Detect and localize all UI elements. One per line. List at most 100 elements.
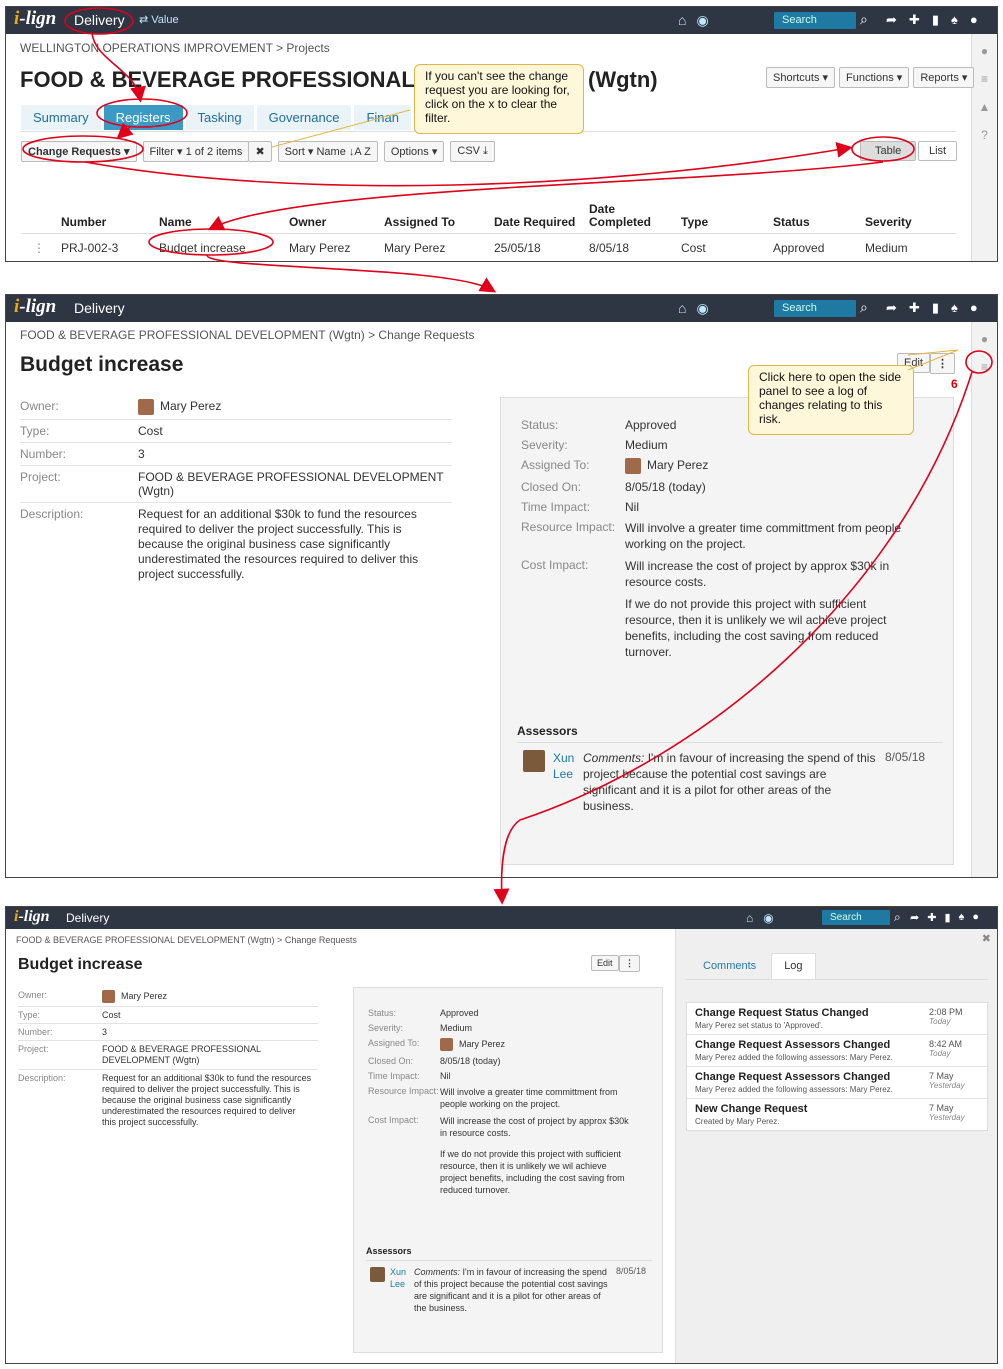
- status-panel: Status: Approved Severity: Medium Assigned…: [500, 397, 954, 865]
- close-icon[interactable]: ✖: [982, 932, 991, 945]
- bookmark-icon[interactable]: ▮: [944, 911, 950, 924]
- comment-icon[interactable]: ●: [981, 44, 988, 58]
- toolbar-icons: ➦ ✚ ▮ ♠ ●: [886, 300, 978, 316]
- home-icon[interactable]: ⌂: [678, 300, 686, 317]
- share-icon[interactable]: ➦: [886, 12, 897, 28]
- field-number: Number: 3: [20, 443, 452, 466]
- assessor-date: 8/05/18: [885, 750, 926, 764]
- tab-governance[interactable]: Governance: [256, 105, 352, 130]
- cell-assigned-link[interactable]: Mary Perez: [380, 233, 490, 261]
- functions-button[interactable]: Functions ▾: [839, 67, 910, 88]
- change-requests-dropdown[interactable]: Change Requests ▾: [21, 141, 137, 162]
- info-cost-impact: Cost Impact: Will increase the cost of pr…: [521, 558, 890, 589]
- search-icon[interactable]: ⌕: [860, 11, 868, 28]
- tab-tasking[interactable]: Tasking: [185, 105, 254, 130]
- nav-delivery[interactable]: Delivery: [74, 300, 125, 316]
- change-request-detail: i-lign Delivery ⌂ ◉ Search ⌕ ➦ ✚ ▮ ♠ ● ● ≡ FOO…: [5, 294, 998, 878]
- home-globe-icons: ⌂ ◉: [678, 12, 709, 29]
- logo-text: -lign: [19, 8, 57, 29]
- cell-name-link[interactable]: Budget increase: [155, 233, 285, 261]
- share-icon[interactable]: ➦: [910, 911, 919, 924]
- more-button[interactable]: ⋮: [619, 955, 640, 972]
- list-item: Change Request Assessors Changed Mary Per…: [687, 1035, 987, 1067]
- sort-dropdown[interactable]: Sort ▾ Name ↓A Z: [277, 141, 378, 162]
- list-icon[interactable]: ≡: [981, 72, 988, 86]
- home-icon[interactable]: ⌂: [678, 12, 686, 29]
- tab-log[interactable]: Log: [771, 953, 816, 979]
- right-strip: ● ≡: [971, 322, 997, 877]
- more-button[interactable]: ⋮: [930, 353, 955, 374]
- bell-icon[interactable]: ♠: [959, 911, 965, 924]
- nav-delivery[interactable]: Delivery: [66, 911, 109, 925]
- list-item: Change Request Assessors Changed Mary Per…: [687, 1067, 987, 1099]
- side-panel-toggle-icon[interactable]: ≡: [981, 360, 988, 374]
- add-icon[interactable]: ✚: [909, 12, 920, 28]
- app-logo[interactable]: i-lign: [14, 8, 56, 30]
- add-icon[interactable]: ✚: [909, 300, 920, 316]
- assessor-name[interactable]: Xun Lee: [390, 1266, 410, 1290]
- bell-icon[interactable]: ♠: [951, 12, 958, 28]
- bell-icon[interactable]: ♠: [951, 300, 958, 316]
- col-type[interactable]: Type: [677, 199, 769, 234]
- col-number[interactable]: Number: [57, 199, 155, 234]
- options-dropdown[interactable]: Options ▾: [383, 141, 445, 162]
- filter-dropdown[interactable]: Filter ▾ 1 of 2 items: [142, 141, 250, 162]
- clear-filter-button[interactable]: ✖: [248, 141, 272, 162]
- breadcrumb[interactable]: FOOD & BEVERAGE PROFESSIONAL DEVELOPMENT…: [20, 328, 474, 342]
- col-name[interactable]: Name: [155, 199, 285, 234]
- row-menu-icon[interactable]: ⋮: [21, 233, 57, 261]
- app-logo[interactable]: i-lign: [14, 908, 50, 926]
- csv-button[interactable]: CSV ⤓: [450, 141, 495, 162]
- user-icon[interactable]: ●: [970, 12, 978, 28]
- user-icon[interactable]: ●: [970, 300, 978, 316]
- shortcuts-button[interactable]: Shortcuts ▾: [766, 67, 836, 88]
- col-date-required[interactable]: Date Required: [490, 199, 585, 234]
- search-icon[interactable]: ⌕: [860, 299, 868, 316]
- breadcrumb[interactable]: WELLINGTON OPERATIONS IMPROVEMENT > Proj…: [20, 41, 330, 55]
- reports-button[interactable]: Reports ▾: [913, 67, 975, 88]
- status-panel: Status: Approved Severity: Medium Assigned…: [353, 987, 663, 1353]
- tab-summary[interactable]: Summary: [21, 105, 101, 130]
- bookmark-icon[interactable]: ▮: [932, 300, 939, 316]
- assessor-avatar: [370, 1267, 385, 1282]
- step-number: 6: [951, 377, 958, 391]
- list-view-button[interactable]: List: [918, 141, 958, 161]
- table-view-button[interactable]: Table: [860, 141, 917, 161]
- search-input[interactable]: Search: [822, 910, 890, 925]
- globe-icon[interactable]: ◉: [696, 300, 708, 317]
- register-toolbar: Change Requests ▾ Filter ▾ 1 of 2 items …: [21, 141, 495, 162]
- user-icon[interactable]: ●: [972, 911, 979, 924]
- help-icon[interactable]: ?: [981, 128, 988, 142]
- info-status: Status: Approved: [368, 1008, 479, 1018]
- bookmark-icon[interactable]: ▮: [932, 12, 939, 28]
- globe-icon[interactable]: ◉: [763, 911, 773, 925]
- cell-status: Approved: [769, 233, 861, 261]
- assessor-name[interactable]: Xun Lee: [553, 750, 579, 782]
- search-input[interactable]: Search: [774, 12, 856, 29]
- col-date-completed[interactable]: Date Completed: [585, 199, 677, 234]
- tab-registers[interactable]: Registers: [103, 105, 183, 130]
- cell-owner-link[interactable]: Mary Perez: [285, 233, 380, 261]
- col-severity[interactable]: Severity: [861, 199, 956, 234]
- breadcrumb[interactable]: FOOD & BEVERAGE PROFESSIONAL DEVELOPMENT…: [16, 935, 357, 945]
- col-assigned-to[interactable]: Assigned To: [380, 199, 490, 234]
- nav-value[interactable]: ⇄ Value: [139, 13, 179, 26]
- add-icon[interactable]: ✚: [927, 911, 936, 924]
- info-cost-impact: Cost Impact: Will increase the cost of pr…: [368, 1115, 629, 1138]
- col-owner[interactable]: Owner: [285, 199, 380, 234]
- table-row[interactable]: ⋮ PRJ-002-3 Budget increase Mary Perez M…: [21, 233, 956, 261]
- tab-finance[interactable]: Finan: [354, 105, 411, 130]
- tab-comments[interactable]: Comments: [690, 953, 769, 979]
- nav-delivery[interactable]: Delivery: [74, 12, 125, 28]
- search-input[interactable]: Search: [774, 300, 856, 317]
- globe-icon[interactable]: ◉: [696, 12, 708, 29]
- edit-button[interactable]: Edit: [591, 955, 619, 971]
- share-icon[interactable]: ➦: [886, 300, 897, 316]
- app-logo[interactable]: i-lign: [14, 296, 56, 318]
- col-status[interactable]: Status: [769, 199, 861, 234]
- search-icon[interactable]: ⌕: [894, 910, 901, 925]
- info-resource-impact: Resource Impact: Will involve a greater t…: [368, 1086, 618, 1109]
- lock-icon[interactable]: ▲: [979, 100, 991, 114]
- home-icon[interactable]: ⌂: [746, 911, 753, 925]
- comment-icon[interactable]: ●: [981, 332, 988, 346]
